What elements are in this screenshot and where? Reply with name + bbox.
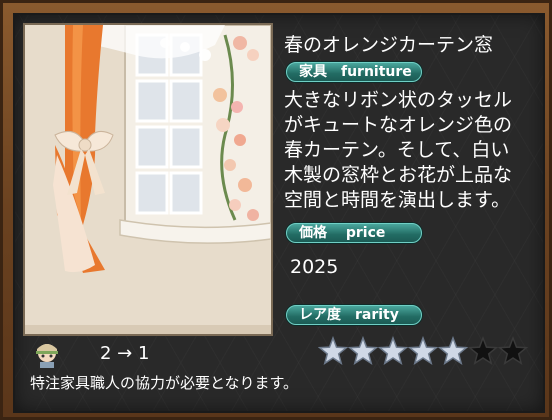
rarity-tag: レア度 rarity [286,305,422,325]
star-filled-icon [408,336,438,365]
description-line: 木製の窓枠とお花が上品な [284,164,513,186]
description-line: 春カーテン。そして、白い [284,139,510,161]
price-tag: 価格 price [286,223,422,243]
item-name: 春のオレンジカーテン窓 [284,34,494,56]
description-line: がキュートなオレンジ色の [284,114,513,136]
item-description: 大きなリボン状のタッセル がキュートなオレンジ色の 春カーテン。そして、白い 木… [284,88,536,213]
craft-requirement-note: 特注家具職人の協力が必要となります。 [30,374,299,392]
star-filled-icon [318,336,348,365]
star-empty-icon [468,336,498,365]
rarity-stars [318,336,528,366]
category-tag: 家具 furniture [286,62,422,82]
description-line: 空間と時間を演出します。 [284,189,511,211]
rarity-tag-label: レア度 rarity [299,307,399,323]
item-preview-image [23,23,273,336]
price-value: 2025 [290,256,339,278]
description-line: 大きなリボン状のタッセル [284,89,513,111]
star-filled-icon [348,336,378,365]
price-tag-label: 価格 price [299,225,386,241]
category-tag-label: 家具 furniture [299,64,412,80]
conversion-count: 2 → 1 [100,343,150,364]
star-empty-icon [498,336,528,365]
star-filled-icon [438,336,468,365]
craftsman-icon [32,339,62,369]
star-filled-icon [378,336,408,365]
